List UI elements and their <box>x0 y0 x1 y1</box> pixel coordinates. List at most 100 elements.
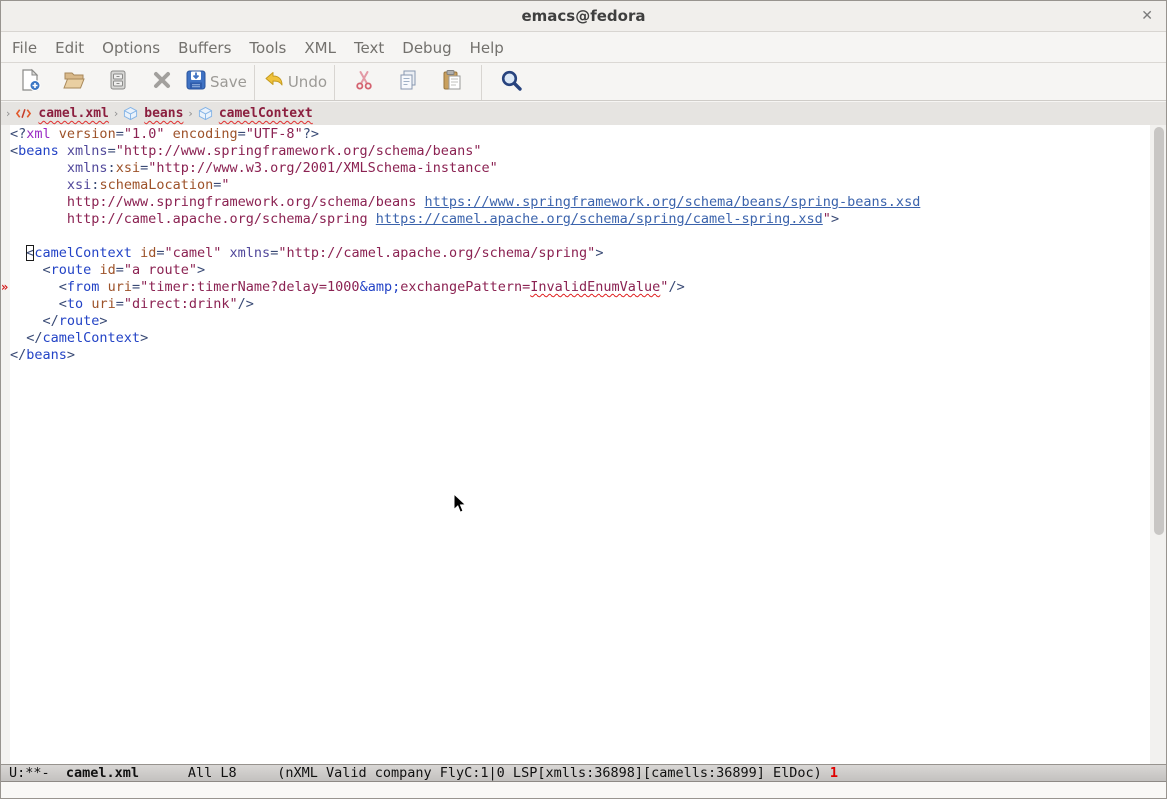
code-line-10[interactable]: » <from uri="timer:timerName?delay=1000&… <box>1 279 1150 296</box>
menu-item-debug[interactable]: Debug <box>393 39 460 57</box>
code-text: <to uri="direct:drink"/> <box>10 296 254 313</box>
toolbar-separator <box>254 65 255 100</box>
fringe-cell <box>1 330 10 347</box>
code-text: <route id="a route"> <box>10 262 205 279</box>
save-icon <box>184 68 208 96</box>
code-text: http://www.springframework.org/schema/be… <box>10 194 920 211</box>
menu-item-tools[interactable]: Tools <box>240 39 295 57</box>
code-text: <?xml version="1.0" encoding="UTF-8"?> <box>10 126 319 143</box>
code-line-7[interactable] <box>1 228 1150 245</box>
window-title: emacs@fedora <box>1 1 1166 32</box>
file-cabinet-icon <box>106 68 130 96</box>
code-line-12[interactable]: </route> <box>1 313 1150 330</box>
menu-item-buffers[interactable]: Buffers <box>169 39 240 57</box>
code-text: </beans> <box>10 347 75 364</box>
breadcrumb-segment-beans[interactable]: beans <box>123 106 183 121</box>
cut-button[interactable] <box>342 65 386 99</box>
code-tag-icon <box>15 106 32 121</box>
fringe-cell <box>1 245 10 262</box>
open-folder-icon <box>62 68 86 96</box>
toolbar-separator <box>334 65 335 100</box>
breadcrumb-segment-camelContext[interactable]: camelContext <box>198 106 313 121</box>
menu-item-options[interactable]: Options <box>93 39 169 57</box>
dired-button[interactable] <box>96 65 140 99</box>
menu-item-help[interactable]: Help <box>461 39 513 57</box>
menu-item-edit[interactable]: Edit <box>46 39 93 57</box>
copy-pages-icon <box>396 68 420 96</box>
breadcrumb-label[interactable]: beans <box>144 106 183 121</box>
breadcrumb-label[interactable]: camel.xml <box>38 106 108 121</box>
echo-area[interactable] <box>1 782 1166 798</box>
open-file-button[interactable] <box>52 65 96 99</box>
breadcrumb-separator: › <box>109 107 123 120</box>
clipboard-icon <box>440 68 464 96</box>
code-text: <beans xmlns="http://www.springframework… <box>10 143 481 160</box>
scissors-icon <box>352 68 376 96</box>
menu-item-text[interactable]: Text <box>345 39 393 57</box>
breadcrumb-segment-camel.xml[interactable]: camel.xml <box>15 106 108 121</box>
buffer-content: <?xml version="1.0" encoding="UTF-8"?><b… <box>1 126 1150 364</box>
menu-item-xml[interactable]: XML <box>295 39 345 57</box>
breadcrumb: ›camel.xml›beans›camelContext <box>1 102 1166 125</box>
undo-button-label: Undo <box>288 73 327 91</box>
code-text: xmlns:xsi="http://www.w3.org/2001/XMLSch… <box>10 160 498 177</box>
toolbar: Save Undo <box>1 64 1166 101</box>
undo-arrow-icon <box>262 68 286 96</box>
toolbar-separator <box>481 65 482 100</box>
cube-icon <box>123 106 138 121</box>
code-text: xsi:schemaLocation=" <box>10 177 230 194</box>
fringe-cell <box>1 211 10 228</box>
code-line-2[interactable]: <beans xmlns="http://www.springframework… <box>1 143 1150 160</box>
fringe-cell <box>1 177 10 194</box>
url-link[interactable]: https://www.springframework.org/schema/b… <box>425 194 921 210</box>
scrollbar[interactable] <box>1150 125 1166 764</box>
code-line-3[interactable]: xmlns:xsi="http://www.w3.org/2001/XMLSch… <box>1 160 1150 177</box>
code-text: <camelContext id="camel" xmlns="http://c… <box>10 245 603 262</box>
fringe-cell <box>1 262 10 279</box>
kill-buffer-button[interactable] <box>140 65 184 99</box>
code-line-5[interactable]: http://www.springframework.org/schema/be… <box>1 194 1150 211</box>
breadcrumb-label[interactable]: camelContext <box>219 106 313 121</box>
fringe-cell <box>1 347 10 364</box>
cube-icon <box>198 106 213 121</box>
emacs-window: emacs@fedora ✕ FileEditOptionsBuffersToo… <box>0 0 1167 799</box>
breadcrumb-separator: › <box>1 107 15 120</box>
scrollbar-thumb[interactable] <box>1154 127 1164 535</box>
code-line-1[interactable]: <?xml version="1.0" encoding="UTF-8"?> <box>1 126 1150 143</box>
code-text: </camelContext> <box>10 330 148 347</box>
save-button-label: Save <box>210 73 247 91</box>
url-link[interactable]: https://camel.apache.org/schema/spring/c… <box>376 211 823 227</box>
code-text: <from uri="timer:timerName?delay=1000&am… <box>10 279 685 296</box>
menu-item-file[interactable]: File <box>3 39 46 57</box>
code-text: http://camel.apache.org/schema/spring ht… <box>10 211 839 228</box>
title-bar: emacs@fedora ✕ <box>1 1 1166 32</box>
breadcrumb-separator: › <box>183 107 197 120</box>
fringe-cell <box>1 194 10 211</box>
search-button[interactable] <box>489 65 533 99</box>
modeline-error-count: 1 <box>830 765 838 781</box>
error-fringe-marker: » <box>1 279 10 296</box>
code-line-6[interactable]: http://camel.apache.org/schema/spring ht… <box>1 211 1150 228</box>
text-area[interactable]: <?xml version="1.0" encoding="UTF-8"?><b… <box>1 125 1166 764</box>
magnifier-icon <box>499 68 523 96</box>
fringe-cell <box>1 228 10 245</box>
save-buffer-button[interactable]: Save <box>184 65 247 99</box>
fringe-cell <box>1 313 10 330</box>
menu-bar: FileEditOptionsBuffersToolsXMLTextDebugH… <box>1 33 1166 63</box>
code-line-4[interactable]: xsi:schemaLocation=" <box>1 177 1150 194</box>
new-file-button[interactable] <box>8 65 52 99</box>
code-line-9[interactable]: <route id="a route"> <box>1 262 1150 279</box>
code-line-11[interactable]: <to uri="direct:drink"/> <box>1 296 1150 313</box>
fringe-cell <box>1 160 10 177</box>
close-x-icon <box>150 68 174 96</box>
paste-button[interactable] <box>430 65 474 99</box>
mode-line: U:**- camel.xml All L8 (nXML Valid compa… <box>1 764 1166 782</box>
code-line-13[interactable]: </camelContext> <box>1 330 1150 347</box>
new-file-icon <box>18 68 42 96</box>
code-line-8[interactable]: <camelContext id="camel" xmlns="http://c… <box>1 245 1150 262</box>
fringe-cell <box>1 296 10 313</box>
close-window-button[interactable]: ✕ <box>1137 1 1157 32</box>
undo-button[interactable]: Undo <box>262 65 327 99</box>
copy-button[interactable] <box>386 65 430 99</box>
code-line-14[interactable]: </beans> <box>1 347 1150 364</box>
